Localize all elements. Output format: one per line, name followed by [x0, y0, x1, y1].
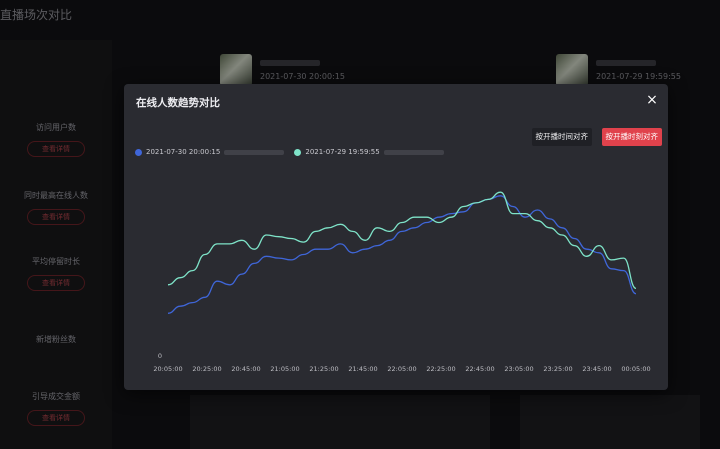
y-tick-label: 0 [158, 352, 162, 360]
x-tick-label: 23:45:00 [582, 365, 611, 373]
x-tick-label: 23:25:00 [543, 365, 572, 373]
x-tick-label: 21:45:00 [348, 365, 377, 373]
x-tick-label: 22:25:00 [426, 365, 455, 373]
online-trend-chart: 0 20:05:00 20:25:00 20:45:00 21:05:00 21:25:0… [153, 191, 651, 373]
x-tick-label: 20:05:00 [153, 365, 182, 373]
x-tick-label: 21:25:00 [309, 365, 338, 373]
legend-item[interactable]: 2021-07-30 20:00:15 [135, 148, 285, 156]
x-tick-label: 22:05:00 [387, 365, 416, 373]
x-tick-label: 21:05:00 [270, 365, 299, 373]
align-by-start-time-button[interactable]: 按开播时间对齐 [531, 128, 592, 146]
legend-label-blurred [224, 149, 285, 155]
x-tick-label: 23:05:00 [504, 365, 533, 373]
x-tick-label: 20:45:00 [231, 365, 260, 373]
align-by-start-moment-button[interactable]: 按开播时刻对齐 [601, 128, 662, 146]
legend-dot [294, 148, 302, 156]
close-icon[interactable]: × [645, 93, 659, 107]
x-tick-label: 00:05:00 [621, 365, 650, 373]
legend-item[interactable]: 2021-07-29 19:59:55 [294, 148, 444, 156]
series-line-2[interactable] [167, 191, 637, 290]
legend-label-blurred [383, 149, 444, 155]
legend-label: 2021-07-30 20:00:15 [146, 148, 221, 156]
x-tick-label: 22:45:00 [465, 365, 494, 373]
legend-label: 2021-07-29 19:59:55 [305, 148, 380, 156]
legend-dot [135, 148, 142, 156]
modal-title: 在线人数趋势对比 [136, 97, 220, 109]
chart-legend: 2021-07-30 20:00:15 2021-07-29 19:59:55 [135, 148, 444, 156]
trend-modal: 在线人数趋势对比 × 按开播时间对齐 按开播时刻对齐 2021-07-30 20… [124, 84, 668, 390]
x-tick-label: 20:25:00 [192, 365, 221, 373]
series-line-1[interactable] [167, 195, 637, 314]
